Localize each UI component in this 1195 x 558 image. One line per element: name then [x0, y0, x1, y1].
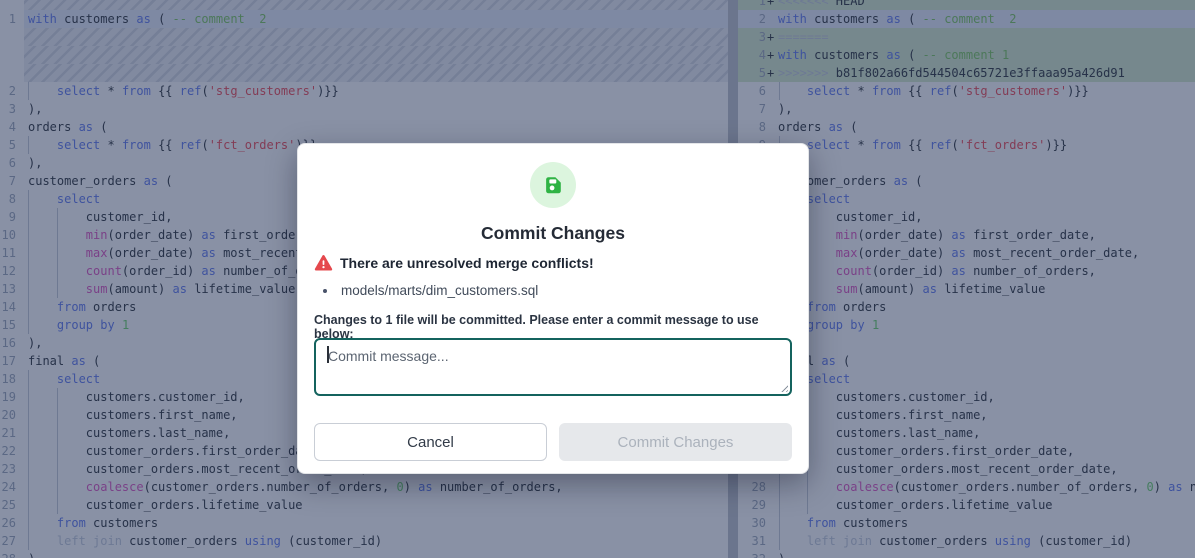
- cancel-button[interactable]: Cancel: [314, 423, 547, 461]
- conflict-file-name: models/marts/dim_customers.sql: [341, 283, 538, 298]
- commit-changes-modal: Commit Changes There are unresolved merg…: [297, 143, 809, 474]
- warning-text: There are unresolved merge conflicts!: [340, 255, 594, 271]
- warning-icon: [314, 254, 333, 272]
- conflict-file-item: models/marts/dim_customers.sql: [314, 283, 538, 298]
- save-icon: [530, 162, 576, 208]
- modal-title: Commit Changes: [298, 223, 808, 244]
- bullet-icon: [323, 289, 327, 293]
- text-cursor: [327, 346, 329, 363]
- commit-changes-button[interactable]: Commit Changes: [559, 423, 792, 461]
- commit-instruction: Changes to 1 file will be committed. Ple…: [314, 313, 792, 341]
- commit-message-input[interactable]: [314, 338, 792, 396]
